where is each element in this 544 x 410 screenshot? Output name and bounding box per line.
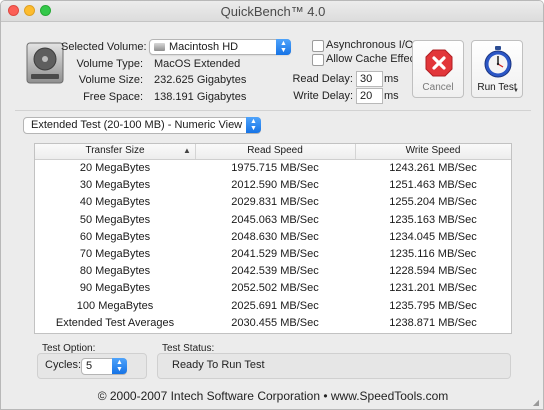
results-table: Transfer Size ▲ Read Speed Write Speed 2… — [34, 143, 512, 334]
popup-arrows-icon: ▲ ▼ — [246, 117, 261, 133]
column-header-write-speed[interactable]: Write Speed — [355, 145, 511, 159]
table-row[interactable]: 20 MegaBytes 1975.715 MB/Sec 1243.261 MB… — [35, 160, 511, 177]
cancel-x-icon — [425, 49, 453, 77]
table-row[interactable]: 50 MegaBytes 2045.063 MB/Sec 1235.163 MB… — [35, 212, 511, 229]
transfer-size-cell: 100 MegaBytes — [76, 299, 154, 312]
write-speed-cell: 1231.201 MB/Sec — [389, 282, 477, 295]
cycles-select[interactable]: 5 ▲ ▼ — [81, 358, 127, 375]
transfer-size-cell: 40 MegaBytes — [79, 196, 151, 209]
transfer-size-cell: 60 MegaBytes — [79, 230, 151, 243]
read-speed-cell: 2048.630 MB/Sec — [231, 230, 319, 243]
volume-select-value: Macintosh HD — [169, 41, 239, 53]
read-speed-cell: 2029.831 MB/Sec — [231, 196, 319, 209]
write-speed-cell: 1234.045 MB/Sec — [389, 230, 477, 243]
write-delay-field[interactable]: 20 — [356, 88, 383, 104]
read-speed-cell: 2012.590 MB/Sec — [231, 179, 319, 192]
resize-grip-icon[interactable]: ◢ — [533, 398, 539, 407]
write-speed-cell: 1238.871 MB/Sec — [389, 316, 477, 329]
table-row[interactable]: 70 MegaBytes 2041.529 MB/Sec 1235.116 MB… — [35, 246, 511, 263]
volume-type-value: MacOS Extended — [154, 58, 241, 70]
write-speed-cell: 1235.116 MB/Sec — [389, 247, 477, 260]
write-speed-cell: 1228.594 MB/Sec — [389, 265, 477, 278]
test-view-select[interactable]: Extended Test (20-100 MB) - Numeric View… — [23, 117, 261, 134]
write-speed-cell: 1243.261 MB/Sec — [389, 162, 477, 174]
transfer-size-cell: 80 MegaBytes — [79, 265, 151, 278]
read-speed-cell: 2025.691 MB/Sec — [231, 299, 319, 312]
volume-select[interactable]: Macintosh HD ▲ ▼ — [149, 39, 291, 55]
read-speed-cell: 2041.529 MB/Sec — [231, 247, 319, 260]
run-test-button[interactable]: Run Test ▼ — [471, 40, 523, 98]
write-delay-label: Write Delay: — [293, 90, 353, 102]
selected-volume-label: Selected Volume: — [61, 41, 147, 53]
table-row[interactable]: 60 MegaBytes 2048.630 MB/Sec 1234.045 MB… — [35, 229, 511, 246]
table-row-averages[interactable]: Extended Test Averages 2030.455 MB/Sec 1… — [35, 315, 511, 332]
cache-effects-checkbox[interactable] — [312, 54, 324, 66]
cache-effects-label: Allow Cache Effects — [326, 53, 424, 65]
app-window: QuickBench™ 4.0 Selected Volume: Macinto… — [0, 0, 544, 410]
title-bar: QuickBench™ 4.0 — [1, 1, 543, 22]
popup-arrows-icon: ▲ ▼ — [276, 39, 291, 55]
transfer-size-cell: 30 MegaBytes — [79, 179, 151, 192]
footer-copyright: © 2000-2007 Intech Software Corporation … — [97, 389, 449, 403]
free-space-value: 138.191 Gigabytes — [154, 91, 247, 103]
async-io-label: Asynchronous I/O — [326, 39, 414, 51]
write-speed-cell: 1235.795 MB/Sec — [389, 299, 477, 312]
async-io-checkbox[interactable] — [312, 40, 324, 52]
run-test-menu-arrow-icon[interactable]: ▼ — [513, 88, 519, 94]
transfer-size-cell: Extended Test Averages — [55, 316, 175, 329]
test-view-select-value: Extended Test (20-100 MB) - Numeric View — [31, 119, 243, 131]
column-header-read-speed[interactable]: Read Speed — [195, 145, 355, 159]
table-header: Transfer Size ▲ Read Speed Write Speed — [35, 144, 511, 160]
transfer-size-cell: 20 MegaBytes — [79, 162, 151, 174]
top-separator — [15, 110, 531, 111]
test-status-value: Ready To Run Test — [172, 359, 265, 371]
table-row[interactable]: 30 MegaBytes 2012.590 MB/Sec 1251.463 MB… — [35, 177, 511, 194]
read-speed-cell: 2045.063 MB/Sec — [231, 213, 319, 226]
cancel-button-label: Cancel — [422, 82, 454, 93]
volume-type-label: Volume Type: — [76, 58, 143, 70]
read-delay-unit: ms — [384, 73, 399, 85]
transfer-size-cell: 90 MegaBytes — [79, 282, 151, 295]
window-title: QuickBench™ 4.0 — [220, 4, 326, 19]
volume-disk-icon — [154, 43, 165, 51]
read-delay-label: Read Delay: — [292, 73, 353, 85]
transfer-size-cell: 50 MegaBytes — [79, 213, 151, 226]
volume-size-value: 232.625 Gigabytes — [154, 74, 247, 86]
volume-size-label: Volume Size: — [78, 74, 143, 86]
write-delay-unit: ms — [384, 90, 399, 102]
sort-ascending-icon: ▲ — [183, 146, 191, 155]
table-row[interactable]: 100 MegaBytes 2025.691 MB/Sec 1235.795 M… — [35, 298, 511, 315]
table-row[interactable]: 80 MegaBytes 2042.539 MB/Sec 1228.594 MB… — [35, 263, 511, 280]
hard-drive-icon — [26, 42, 64, 84]
write-speed-cell: 1235.163 MB/Sec — [389, 213, 477, 226]
cycles-select-value: 5 — [86, 360, 93, 372]
table-row[interactable]: 90 MegaBytes 2052.502 MB/Sec 1231.201 MB… — [35, 280, 511, 297]
popup-arrows-icon: ▲ ▼ — [112, 358, 127, 374]
cycles-label: Cycles: — [45, 359, 82, 371]
column-header-transfer-size[interactable]: Transfer Size — [35, 145, 195, 159]
write-speed-cell: 1255.204 MB/Sec — [389, 196, 477, 209]
write-speed-cell: 1251.463 MB/Sec — [389, 179, 477, 192]
stopwatch-icon — [484, 46, 512, 78]
read-speed-cell: 2042.539 MB/Sec — [231, 265, 319, 278]
read-speed-cell: 1975.715 MB/Sec — [231, 162, 319, 174]
transfer-size-cell: 70 MegaBytes — [79, 247, 151, 260]
read-speed-cell: 2030.455 MB/Sec — [231, 316, 319, 329]
table-row[interactable]: 40 MegaBytes 2029.831 MB/Sec 1255.204 MB… — [35, 194, 511, 211]
free-space-label: Free Space: — [83, 91, 143, 103]
table-body: 20 MegaBytes 1975.715 MB/Sec 1243.261 MB… — [35, 160, 511, 332]
read-delay-field[interactable]: 30 — [356, 71, 383, 87]
read-speed-cell: 2052.502 MB/Sec — [231, 282, 319, 295]
cancel-button[interactable]: Cancel — [412, 40, 464, 98]
